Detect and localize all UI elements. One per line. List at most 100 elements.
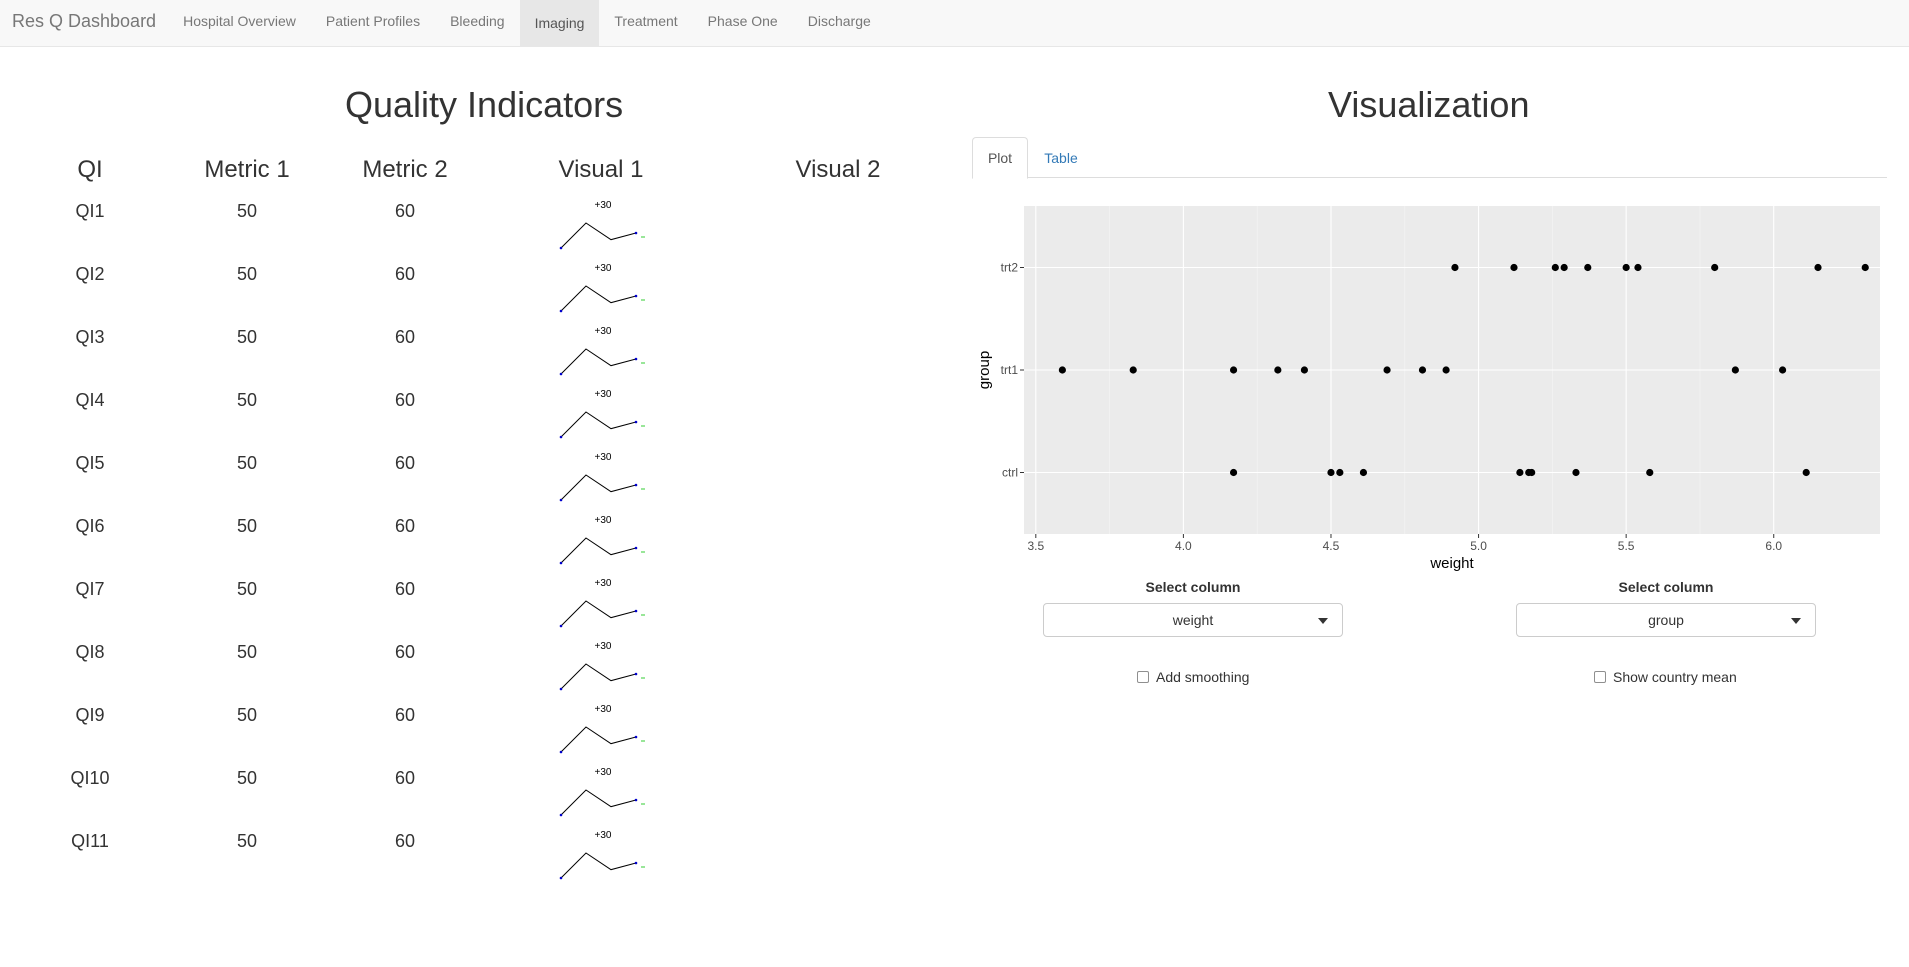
data-point <box>1229 366 1238 374</box>
sparkline-marker <box>634 546 638 550</box>
qi-cell: QI3 <box>75 327 105 347</box>
sparkline-label: +30 <box>595 641 612 652</box>
sparkline-marker <box>559 876 563 880</box>
sparkline-line <box>560 285 637 312</box>
qi-cell: QI6 <box>75 516 105 536</box>
sparkline-marker <box>634 294 638 298</box>
sparkline-line <box>560 411 637 438</box>
tab-plot[interactable]: Plot <box>972 137 1028 179</box>
x-tick-label: 6.0 <box>1765 539 1782 553</box>
data-point <box>1711 263 1719 272</box>
data-point <box>1359 468 1368 477</box>
navbar-brand[interactable]: Res Q Dashboard <box>0 0 168 42</box>
metric-1-cell: 50 <box>236 327 258 347</box>
x-tick-label: 5.5 <box>1618 539 1635 553</box>
x-axis-title: weight <box>1429 555 1474 572</box>
sparkline-marker <box>634 357 638 361</box>
nav-item-patient-profiles[interactable]: Patient Profiles <box>311 0 435 42</box>
metric-1-cell: 50 <box>236 516 258 536</box>
metric-2-cell: 60 <box>394 705 416 725</box>
data-point <box>1802 468 1810 477</box>
metric-2-cell: 60 <box>394 453 416 473</box>
column-header-visual-1: Visual 1 <box>558 156 644 183</box>
data-point <box>1572 468 1580 477</box>
metric-2-cell: 60 <box>394 390 416 410</box>
sparkline-label: +30 <box>595 200 612 211</box>
sparkline: +30 <box>559 767 645 817</box>
add-smoothing-label: Add smoothing <box>1156 669 1250 685</box>
checkbox-box[interactable] <box>1137 671 1149 683</box>
quality-indicators-title: Quality Indicators <box>345 84 624 125</box>
nav-item-imaging[interactable]: Imaging <box>519 0 600 46</box>
column-header-metric-1: Metric 1 <box>204 156 290 183</box>
qi-cell: QI9 <box>75 705 105 725</box>
nav-item-hospital-overview[interactable]: Hospital Overview <box>168 0 311 42</box>
metric-1-cell: 50 <box>236 768 258 788</box>
nav-item-treatment[interactable]: Treatment <box>599 0 692 42</box>
sparkline: +30 <box>559 830 645 880</box>
sparkline-marker <box>634 798 638 802</box>
sparkline-marker <box>634 609 638 613</box>
x-column-select[interactable]: weight <box>1043 603 1343 637</box>
metric-2-cell: 60 <box>394 831 416 851</box>
sparkline-marker <box>559 372 563 376</box>
tab-table[interactable]: Table <box>1030 137 1092 179</box>
metric-1-cell: 50 <box>236 390 258 410</box>
sparkline-marker <box>559 309 563 313</box>
metric-1-cell: 50 <box>236 579 258 599</box>
checkbox-box[interactable] <box>1594 671 1606 683</box>
sparkline-label: +30 <box>595 767 612 778</box>
qi-cell: QI7 <box>75 579 105 599</box>
data-point <box>1584 263 1592 272</box>
sparkline-marker <box>559 687 563 691</box>
nav-item-bleeding[interactable]: Bleeding <box>435 0 520 42</box>
nav-item-phase-one[interactable]: Phase One <box>693 0 793 42</box>
metric-2-cell: 60 <box>394 264 416 284</box>
show-country-mean-checkbox[interactable]: Show country mean <box>1594 669 1737 685</box>
nav-item-discharge[interactable]: Discharge <box>793 0 886 42</box>
y-column-select[interactable]: group <box>1516 603 1816 637</box>
data-point <box>1383 366 1391 374</box>
data-point <box>1861 263 1869 272</box>
sparkline: +30 <box>559 641 645 691</box>
data-point <box>1731 366 1739 374</box>
sparkline-marker <box>559 435 563 439</box>
metric-1-cell: 50 <box>236 264 258 284</box>
metric-2-cell: 60 <box>394 642 416 662</box>
x-tick-label: 4.0 <box>1175 539 1192 553</box>
data-point <box>1327 468 1335 477</box>
data-point <box>1129 366 1137 374</box>
data-point <box>1814 263 1822 272</box>
data-point <box>1451 263 1459 272</box>
data-point <box>1622 263 1630 272</box>
qi-cell: QI1 <box>75 201 105 221</box>
add-smoothing-checkbox[interactable]: Add smoothing <box>1137 669 1249 685</box>
show-country-mean-label: Show country mean <box>1613 669 1737 685</box>
sparkline: +30 <box>559 326 645 376</box>
sparkline-line <box>560 348 637 375</box>
sparkline-marker <box>559 624 563 628</box>
sparkline-marker <box>634 672 638 676</box>
qi-cell: QI2 <box>75 264 105 284</box>
data-point <box>1418 366 1427 374</box>
sparkline-label: +30 <box>595 704 612 715</box>
data-point <box>1058 366 1066 374</box>
sparkline-label: +30 <box>595 578 612 589</box>
y-select-label: Select column <box>1618 579 1714 595</box>
sparkline-line <box>560 789 637 816</box>
sparkline-line <box>560 600 637 627</box>
chevron-down-icon <box>1791 618 1801 624</box>
metric-1-cell: 50 <box>236 453 258 473</box>
sparkline-line <box>560 663 637 690</box>
metric-1-cell: 50 <box>236 642 258 662</box>
qi-cell: QI5 <box>75 453 105 473</box>
data-point <box>1510 263 1518 272</box>
data-point <box>1442 366 1450 374</box>
sparkline-label: +30 <box>595 830 612 841</box>
sparkline-marker <box>634 861 638 865</box>
sparkline-line <box>560 852 637 879</box>
y-tick-label: ctrl <box>1002 466 1018 480</box>
data-point <box>1551 263 1559 272</box>
metric-2-cell: 60 <box>394 768 416 788</box>
data-point <box>1646 468 1654 477</box>
